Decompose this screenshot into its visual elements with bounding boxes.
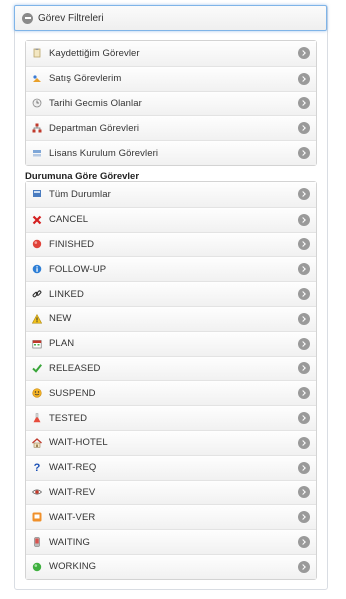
list-item-wait-rev[interactable]: WAIT-REV bbox=[26, 479, 316, 505]
red-dot-icon bbox=[32, 239, 42, 249]
item-label: NEW bbox=[49, 313, 72, 325]
list-item-working[interactable]: WORKING bbox=[26, 553, 316, 579]
item-label: CANCEL bbox=[49, 214, 89, 226]
list-item-tested[interactable]: TESTED bbox=[26, 405, 316, 430]
item-label: RELEASED bbox=[49, 362, 101, 374]
item-label: Tarihi Gecmis Olanlar bbox=[49, 97, 142, 109]
chevron-right-icon[interactable] bbox=[298, 97, 310, 110]
list-icon bbox=[32, 189, 42, 199]
item-label: Departman Görevleri bbox=[49, 122, 140, 134]
item-label: FOLLOW-UP bbox=[49, 263, 107, 275]
item-label: TESTED bbox=[49, 412, 88, 424]
clipboard-icon bbox=[32, 48, 42, 58]
chevron-right-icon[interactable] bbox=[298, 486, 310, 499]
status-filters-list: Tüm Durumlar CANCEL FINISHED FOLLOW-UP L… bbox=[25, 181, 317, 580]
flask-icon bbox=[32, 413, 42, 423]
list-item-finished[interactable]: FINISHED bbox=[26, 231, 316, 257]
collapse-icon[interactable] bbox=[22, 12, 33, 24]
list-item-license[interactable]: Lisans Kurulum Görevleri bbox=[26, 140, 316, 165]
info-icon bbox=[32, 264, 42, 274]
list-item-cancel[interactable]: CANCEL bbox=[26, 206, 316, 232]
org-chart-icon bbox=[32, 123, 42, 133]
panel-header[interactable]: Görev Filtreleri bbox=[14, 5, 327, 31]
chevron-right-icon[interactable] bbox=[298, 461, 310, 474]
item-label: WORKING bbox=[49, 561, 97, 573]
list-item-sales[interactable]: Satış Görevlerim bbox=[26, 65, 316, 91]
item-label: SUSPEND bbox=[49, 387, 96, 399]
list-item-saved[interactable]: Kaydettiğim Görevler bbox=[26, 41, 316, 66]
saved-filters-list: Kaydettiğim Görevler Satış Görevlerim Ta… bbox=[25, 40, 317, 166]
list-item-released[interactable]: RELEASED bbox=[26, 355, 316, 381]
list-item-plan[interactable]: PLAN bbox=[26, 330, 316, 356]
chevron-right-icon[interactable] bbox=[298, 122, 310, 135]
chevron-right-icon[interactable] bbox=[298, 312, 310, 325]
chevron-right-icon[interactable] bbox=[298, 72, 310, 85]
list-item-wait-hotel[interactable]: WAIT-HOTEL bbox=[26, 429, 316, 455]
chevron-right-icon[interactable] bbox=[298, 288, 310, 301]
chevron-right-icon[interactable] bbox=[298, 436, 310, 449]
phone-icon bbox=[32, 537, 42, 547]
install-icon bbox=[32, 148, 42, 158]
item-label: WAIT-VER bbox=[49, 511, 96, 523]
chevron-right-icon[interactable] bbox=[298, 536, 310, 549]
check-icon bbox=[32, 363, 42, 374]
chevron-right-icon[interactable] bbox=[298, 362, 310, 375]
chevron-right-icon[interactable] bbox=[298, 511, 310, 524]
list-item-department[interactable]: Departman Görevleri bbox=[26, 115, 316, 141]
question-icon: ? bbox=[33, 461, 41, 474]
chevron-right-icon[interactable] bbox=[298, 213, 310, 226]
item-label: Lisans Kurulum Görevleri bbox=[49, 147, 159, 159]
list-item-overdue[interactable]: Tarihi Gecmis Olanlar bbox=[26, 90, 316, 116]
list-item-follow-up[interactable]: FOLLOW-UP bbox=[26, 256, 316, 282]
item-label: Satış Görevlerim bbox=[49, 73, 122, 85]
dialog-icon bbox=[32, 512, 42, 522]
calendar-icon bbox=[32, 339, 42, 349]
chevron-right-icon[interactable] bbox=[298, 560, 310, 573]
green-dot-icon bbox=[32, 562, 42, 572]
list-item-suspend[interactable]: SUSPEND bbox=[26, 380, 316, 406]
warning-icon bbox=[32, 313, 42, 324]
list-item-wait-req[interactable]: ? WAIT-REQ bbox=[26, 454, 316, 480]
chevron-right-icon[interactable] bbox=[298, 47, 310, 60]
x-icon bbox=[32, 215, 42, 225]
list-item-all[interactable]: Tüm Durumlar bbox=[26, 182, 316, 207]
item-label: LINKED bbox=[49, 288, 84, 300]
item-label: WAIT-HOTEL bbox=[49, 437, 108, 449]
chevron-right-icon[interactable] bbox=[298, 412, 310, 425]
smiley-icon bbox=[32, 388, 42, 398]
chevron-right-icon[interactable] bbox=[298, 263, 310, 276]
chevron-right-icon[interactable] bbox=[298, 387, 310, 400]
link-icon bbox=[32, 289, 42, 299]
chevron-right-icon[interactable] bbox=[298, 147, 310, 160]
sales-icon bbox=[32, 74, 42, 84]
item-label: WAIT-REQ bbox=[49, 462, 97, 474]
list-item-waiting[interactable]: WAITING bbox=[26, 529, 316, 554]
item-label: WAITING bbox=[49, 536, 90, 548]
chevron-right-icon[interactable] bbox=[298, 337, 310, 350]
chevron-right-icon[interactable] bbox=[298, 238, 310, 251]
item-label: FINISHED bbox=[49, 238, 95, 250]
clock-icon bbox=[32, 98, 42, 108]
item-label: WAIT-REV bbox=[49, 486, 96, 498]
item-label: Kaydettiğim Görevler bbox=[49, 47, 140, 59]
home-icon bbox=[32, 437, 42, 448]
item-label: Tüm Durumlar bbox=[49, 188, 111, 200]
item-label: PLAN bbox=[49, 338, 75, 350]
list-item-wait-ver[interactable]: WAIT-VER bbox=[26, 504, 316, 530]
chevron-right-icon[interactable] bbox=[298, 188, 310, 201]
list-item-linked[interactable]: LINKED bbox=[26, 281, 316, 306]
panel-title: Görev Filtreleri bbox=[38, 12, 104, 24]
list-item-new[interactable]: NEW bbox=[26, 305, 316, 331]
eye-icon bbox=[32, 487, 42, 497]
